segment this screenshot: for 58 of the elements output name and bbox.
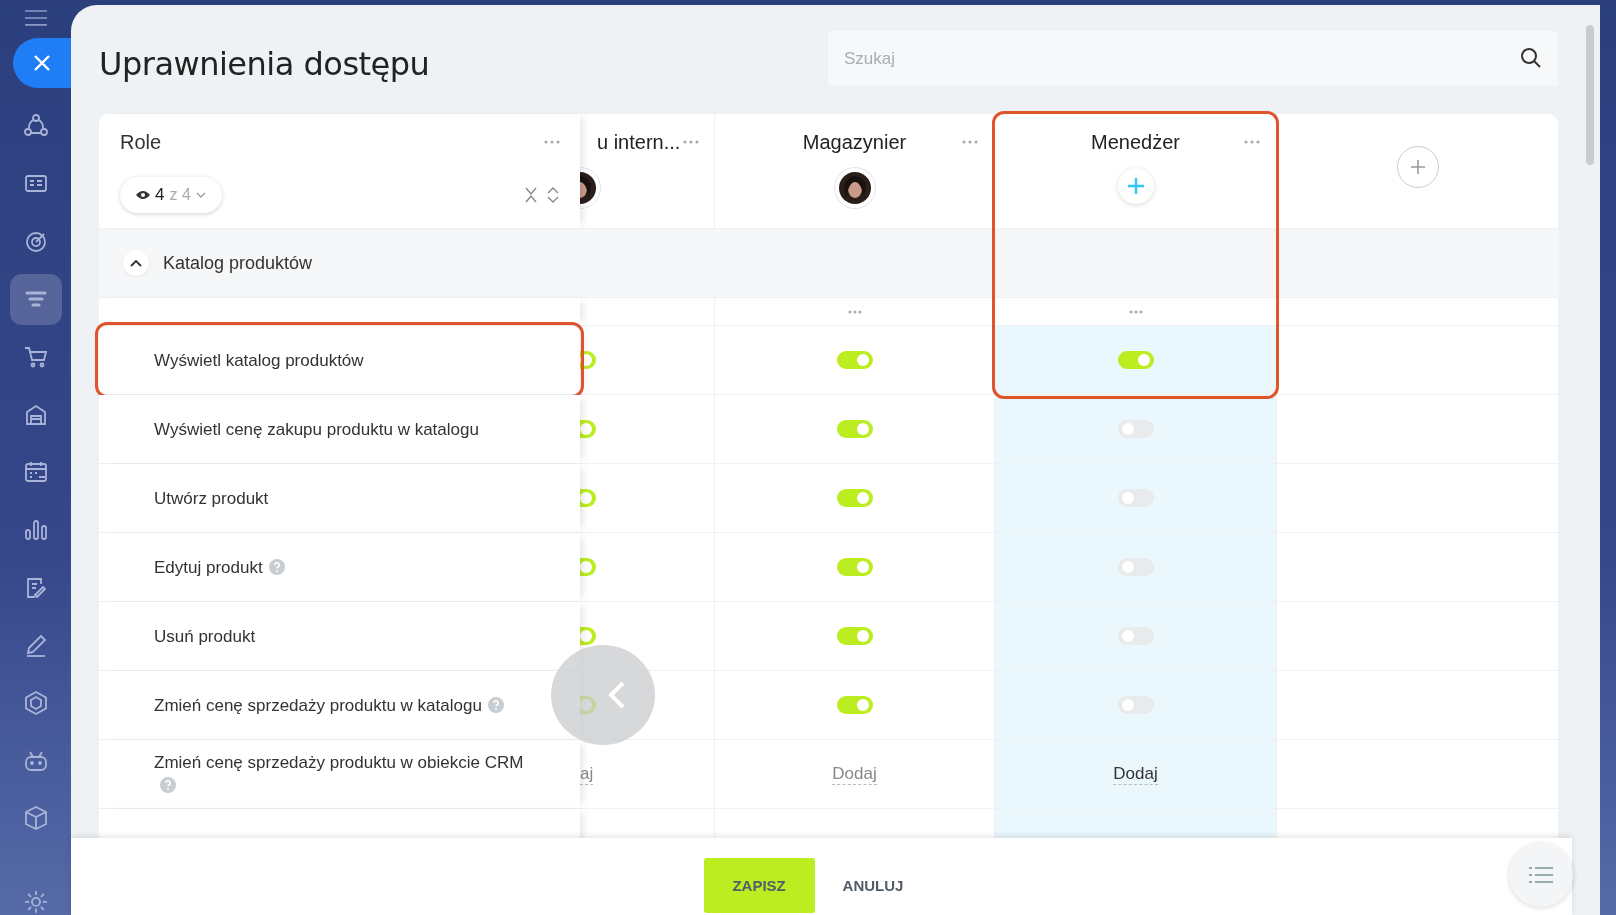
toggle-switch[interactable]	[1117, 351, 1154, 369]
visible-roles-filter[interactable]: 4 z 4	[120, 177, 222, 213]
menu-icon[interactable]	[24, 10, 47, 26]
chart-icon	[22, 517, 49, 543]
toggle-switch[interactable]	[836, 696, 873, 714]
toggle-switch[interactable]	[836, 558, 873, 576]
add-member-button[interactable]	[1117, 168, 1154, 204]
page-title: Uprawnienia dostępu	[99, 45, 430, 83]
box-icon	[22, 805, 49, 832]
column-title: Menedżer	[1091, 130, 1180, 154]
toggle-switch[interactable]	[836, 489, 873, 507]
more-icon[interactable]	[544, 140, 560, 144]
permission-label: Zmień cenę sprzedaży produktu w katalogu	[154, 693, 504, 717]
toggle-switch[interactable]	[836, 627, 873, 645]
column-title: Role	[120, 130, 162, 154]
avatar	[834, 168, 875, 208]
cancel-button[interactable]: ANULUJ	[836, 876, 910, 895]
collapse-icon[interactable]	[524, 186, 538, 204]
help-icon[interactable]	[487, 696, 504, 713]
more-icon[interactable]	[1128, 309, 1143, 314]
sidebar-item[interactable]	[9, 273, 62, 326]
permission-label: Utwórz produkt	[154, 487, 269, 510]
more-icon[interactable]	[1244, 140, 1260, 144]
section-title: Katalog produktów	[163, 252, 313, 274]
search-icon[interactable]	[1520, 47, 1542, 69]
list-icon	[1529, 866, 1553, 884]
hex-icon	[22, 689, 49, 716]
add-link[interactable]: aj	[580, 763, 594, 785]
add-link[interactable]: Dodaj	[1113, 763, 1158, 785]
toggle-switch[interactable]	[836, 351, 873, 369]
toggle-switch[interactable]	[836, 420, 873, 438]
permission-label: Usuń produkt	[154, 625, 256, 648]
permission-label: Wyświetl cenę zakupu produktu w katalogu	[154, 418, 479, 441]
plus-icon	[1409, 159, 1426, 175]
close-button[interactable]	[13, 37, 71, 88]
column-title: Magazynier	[802, 130, 907, 154]
more-icon[interactable]	[962, 140, 978, 144]
collapse-section-button[interactable]	[123, 250, 149, 276]
search-field[interactable]: Szukaj	[828, 31, 1558, 86]
help-icon[interactable]	[160, 777, 176, 793]
add-link[interactable]: Dodaj	[832, 763, 877, 785]
chevron-left-icon	[607, 681, 627, 709]
chevron-up-icon	[130, 259, 142, 267]
add-role-button[interactable]	[1396, 146, 1439, 188]
plus-icon	[1126, 177, 1145, 195]
save-button[interactable]: ZAPISZ	[703, 858, 815, 913]
help-icon[interactable]	[268, 558, 285, 575]
expand-icon[interactable]	[546, 186, 560, 204]
chevron-down-icon	[195, 192, 206, 198]
more-icon[interactable]	[683, 140, 699, 144]
column-title: u intern...	[597, 130, 681, 154]
more-icon[interactable]	[847, 309, 862, 314]
permission-label: Zmień cenę sprzedaży produktu w obiekcie CRM	[154, 751, 540, 797]
eye-icon	[136, 190, 150, 200]
permission-label: Edytuj produkt	[154, 555, 285, 579]
permission-label: Wyświetl katalog produktów	[154, 349, 364, 372]
close-icon	[33, 53, 51, 72]
settings-icon[interactable]	[22, 889, 49, 915]
